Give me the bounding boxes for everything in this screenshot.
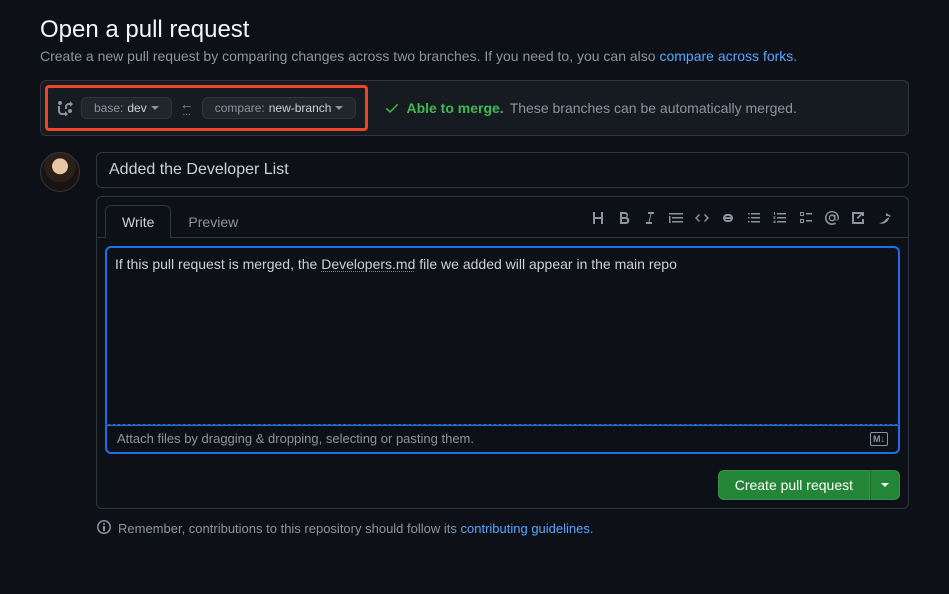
avatar[interactable] [40,152,80,192]
mention-icon[interactable] [824,210,840,226]
compare-row: base: dev ← ... compare: new-branch Able… [40,80,909,136]
attach-row[interactable]: Attach files by dragging & dropping, sel… [105,424,900,454]
merge-status: Able to merge. These branches can be aut… [384,100,796,116]
body-post: file we added will appear in the main re… [415,256,677,272]
arrow-dots: ... [183,109,191,116]
info-icon [96,519,112,538]
crossreference-icon[interactable] [850,210,866,226]
pr-form: Write Preview If thi [96,152,909,509]
chevron-down-icon [151,106,159,114]
code-icon[interactable] [694,210,710,226]
merge-detail-text: These branches can be automatically merg… [510,100,797,116]
page-subtitle: Create a new pull request by comparing c… [40,48,909,64]
merge-ok-text: Able to merge. [406,100,503,116]
contributing-link[interactable]: contributing guidelines [461,521,590,536]
arrow-icon: ← ... [180,100,194,117]
compare-label: compare: [215,101,265,115]
compare-branch-button[interactable]: compare: new-branch [202,97,357,119]
subtitle-text: Create a new pull request by comparing c… [40,48,659,64]
footer-post: . [590,521,594,536]
ol-icon[interactable] [772,210,788,226]
chevron-down-icon [335,106,343,114]
subtitle-post: . [793,48,797,64]
footer-note: Remember, contributions to this reposito… [96,519,909,538]
quote-icon[interactable] [668,210,684,226]
footer-pre: Remember, contributions to this reposito… [118,521,461,536]
comment-textarea[interactable]: If this pull request is merged, the Deve… [105,246,900,426]
markdown-toolbar [590,210,900,232]
compare-forks-link[interactable]: compare across forks [659,48,793,64]
git-compare-icon [57,100,73,116]
link-icon[interactable] [720,210,736,226]
body-pre: If this pull request is merged, the [115,256,321,272]
base-branch-button[interactable]: base: dev [81,97,172,119]
tab-preview[interactable]: Preview [171,205,255,238]
textarea-wrap: If this pull request is merged, the Deve… [97,238,908,462]
compare-value: new-branch [269,101,332,115]
tab-write[interactable]: Write [105,205,171,238]
base-label: base: [94,101,123,115]
highlight-box: base: dev ← ... compare: new-branch [45,85,368,131]
tabs-row: Write Preview [97,197,908,238]
attach-text: Attach files by dragging & dropping, sel… [117,431,474,446]
base-value: dev [127,101,146,115]
reply-icon[interactable] [876,210,892,226]
tasklist-icon[interactable] [798,210,814,226]
create-pr-button[interactable]: Create pull request [718,470,870,500]
check-icon [384,100,400,116]
heading-icon[interactable] [590,210,606,226]
bold-icon[interactable] [616,210,632,226]
italic-icon[interactable] [642,210,658,226]
chevron-down-icon [881,483,889,491]
body-spell: Developers.md [321,256,415,272]
submit-row: Create pull request [97,462,908,508]
page-title: Open a pull request [40,16,909,44]
ul-icon[interactable] [746,210,762,226]
pr-body-row: Write Preview If thi [40,152,909,509]
markdown-icon[interactable]: M↓ [870,432,888,446]
pr-title-input[interactable] [96,152,909,188]
comment-box: Write Preview If thi [96,196,909,509]
create-pr-dropdown[interactable] [870,470,900,500]
